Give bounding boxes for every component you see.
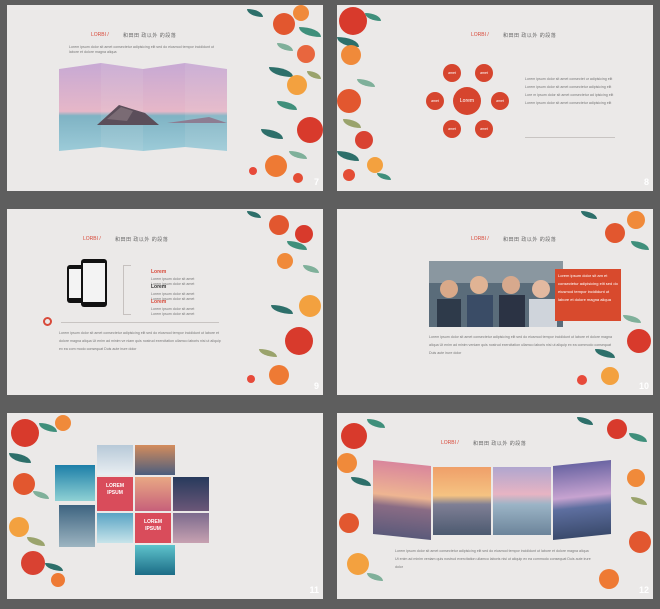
satellite-circle: amet [443,120,461,138]
slide-body: Lorem ipsum dolor sit amet consectetur a… [69,45,215,54]
slide-title: 和田田 政以外 的段落 [473,441,527,447]
slide-title: 和田田 政以外 的段落 [115,237,169,243]
slide-11[interactable]: LOREM IPSUM LOREM IPSUM 11 [7,413,323,599]
satellite-circle: amet [475,120,493,138]
feature-line: Lorem ipsum dolor sit amet [151,312,195,316]
slide-8[interactable]: LORBI / 和田田 政以外 的段落 Lorem amet amet amet… [337,5,653,191]
photo-label: LOREM IPSUM [105,483,125,496]
text-box: Lorem ipsum dolor sit am et consectetur … [555,269,621,321]
bracket-line [123,265,131,315]
satellite-circle: amet [475,64,493,82]
target-icon [43,317,52,326]
slide-9[interactable]: LORBI / 和田田 政以外 的段落 Lorem Lorem ipsum do… [7,209,323,395]
team-photo [429,261,563,327]
slide-body: Lorem ipsum dolor sit amet consectetur a… [429,335,612,355]
slide-title: 和田田 政以外 的段落 [123,33,177,39]
slide-number: 11 [309,585,319,595]
satellite-circle: amet [426,92,444,110]
shipwreck-photo [59,63,227,151]
slide-body: Lorem ipsum dolor sit amet consectet ur … [525,77,614,105]
slide-body: Lorem ipsum dolor sit amet consectetur a… [59,331,221,351]
center-circle: Lorem [453,87,481,115]
satellite-circle: amet [491,92,509,110]
slide-number: 10 [638,381,649,391]
slide-tag: LORBI / [441,440,459,446]
divider [61,322,219,323]
divider [525,137,615,138]
slide-title: 和田田 政以外 的段落 [503,33,557,39]
slide-12[interactable]: LORBI / 和田田 政以外 的段落 Lorem ipsum dolor si… [337,413,653,599]
feature-head: Lorem [151,299,167,305]
slide-10[interactable]: LORBI / 和田田 政以外 的段落 Lorem ipsum dolor si… [337,209,653,395]
satellite-circle: amet [443,64,461,82]
slide-number: 12 [638,585,649,595]
feature-head: Lorem [151,269,167,275]
slide-tag: LORBI / [83,236,101,242]
slide-number: 9 [313,381,319,391]
slide-title: 和田田 政以外 的段落 [503,237,557,243]
slide-number: 8 [643,177,649,187]
slide-body: Lorem ipsum dolor sit amet consectetur a… [395,549,591,569]
slide-tag: LORBI / [471,32,489,38]
feature-head: Lorem [151,284,167,290]
slide-7[interactable]: LORBI / 和田田 政以外 的段落 Lorem ipsum dolor si… [7,5,323,191]
slide-number: 7 [313,177,319,187]
slide-tag: LORBI / [91,32,109,38]
slide-tag: LORBI / [471,236,489,242]
photo-label: LOREM IPSUM [143,519,163,532]
